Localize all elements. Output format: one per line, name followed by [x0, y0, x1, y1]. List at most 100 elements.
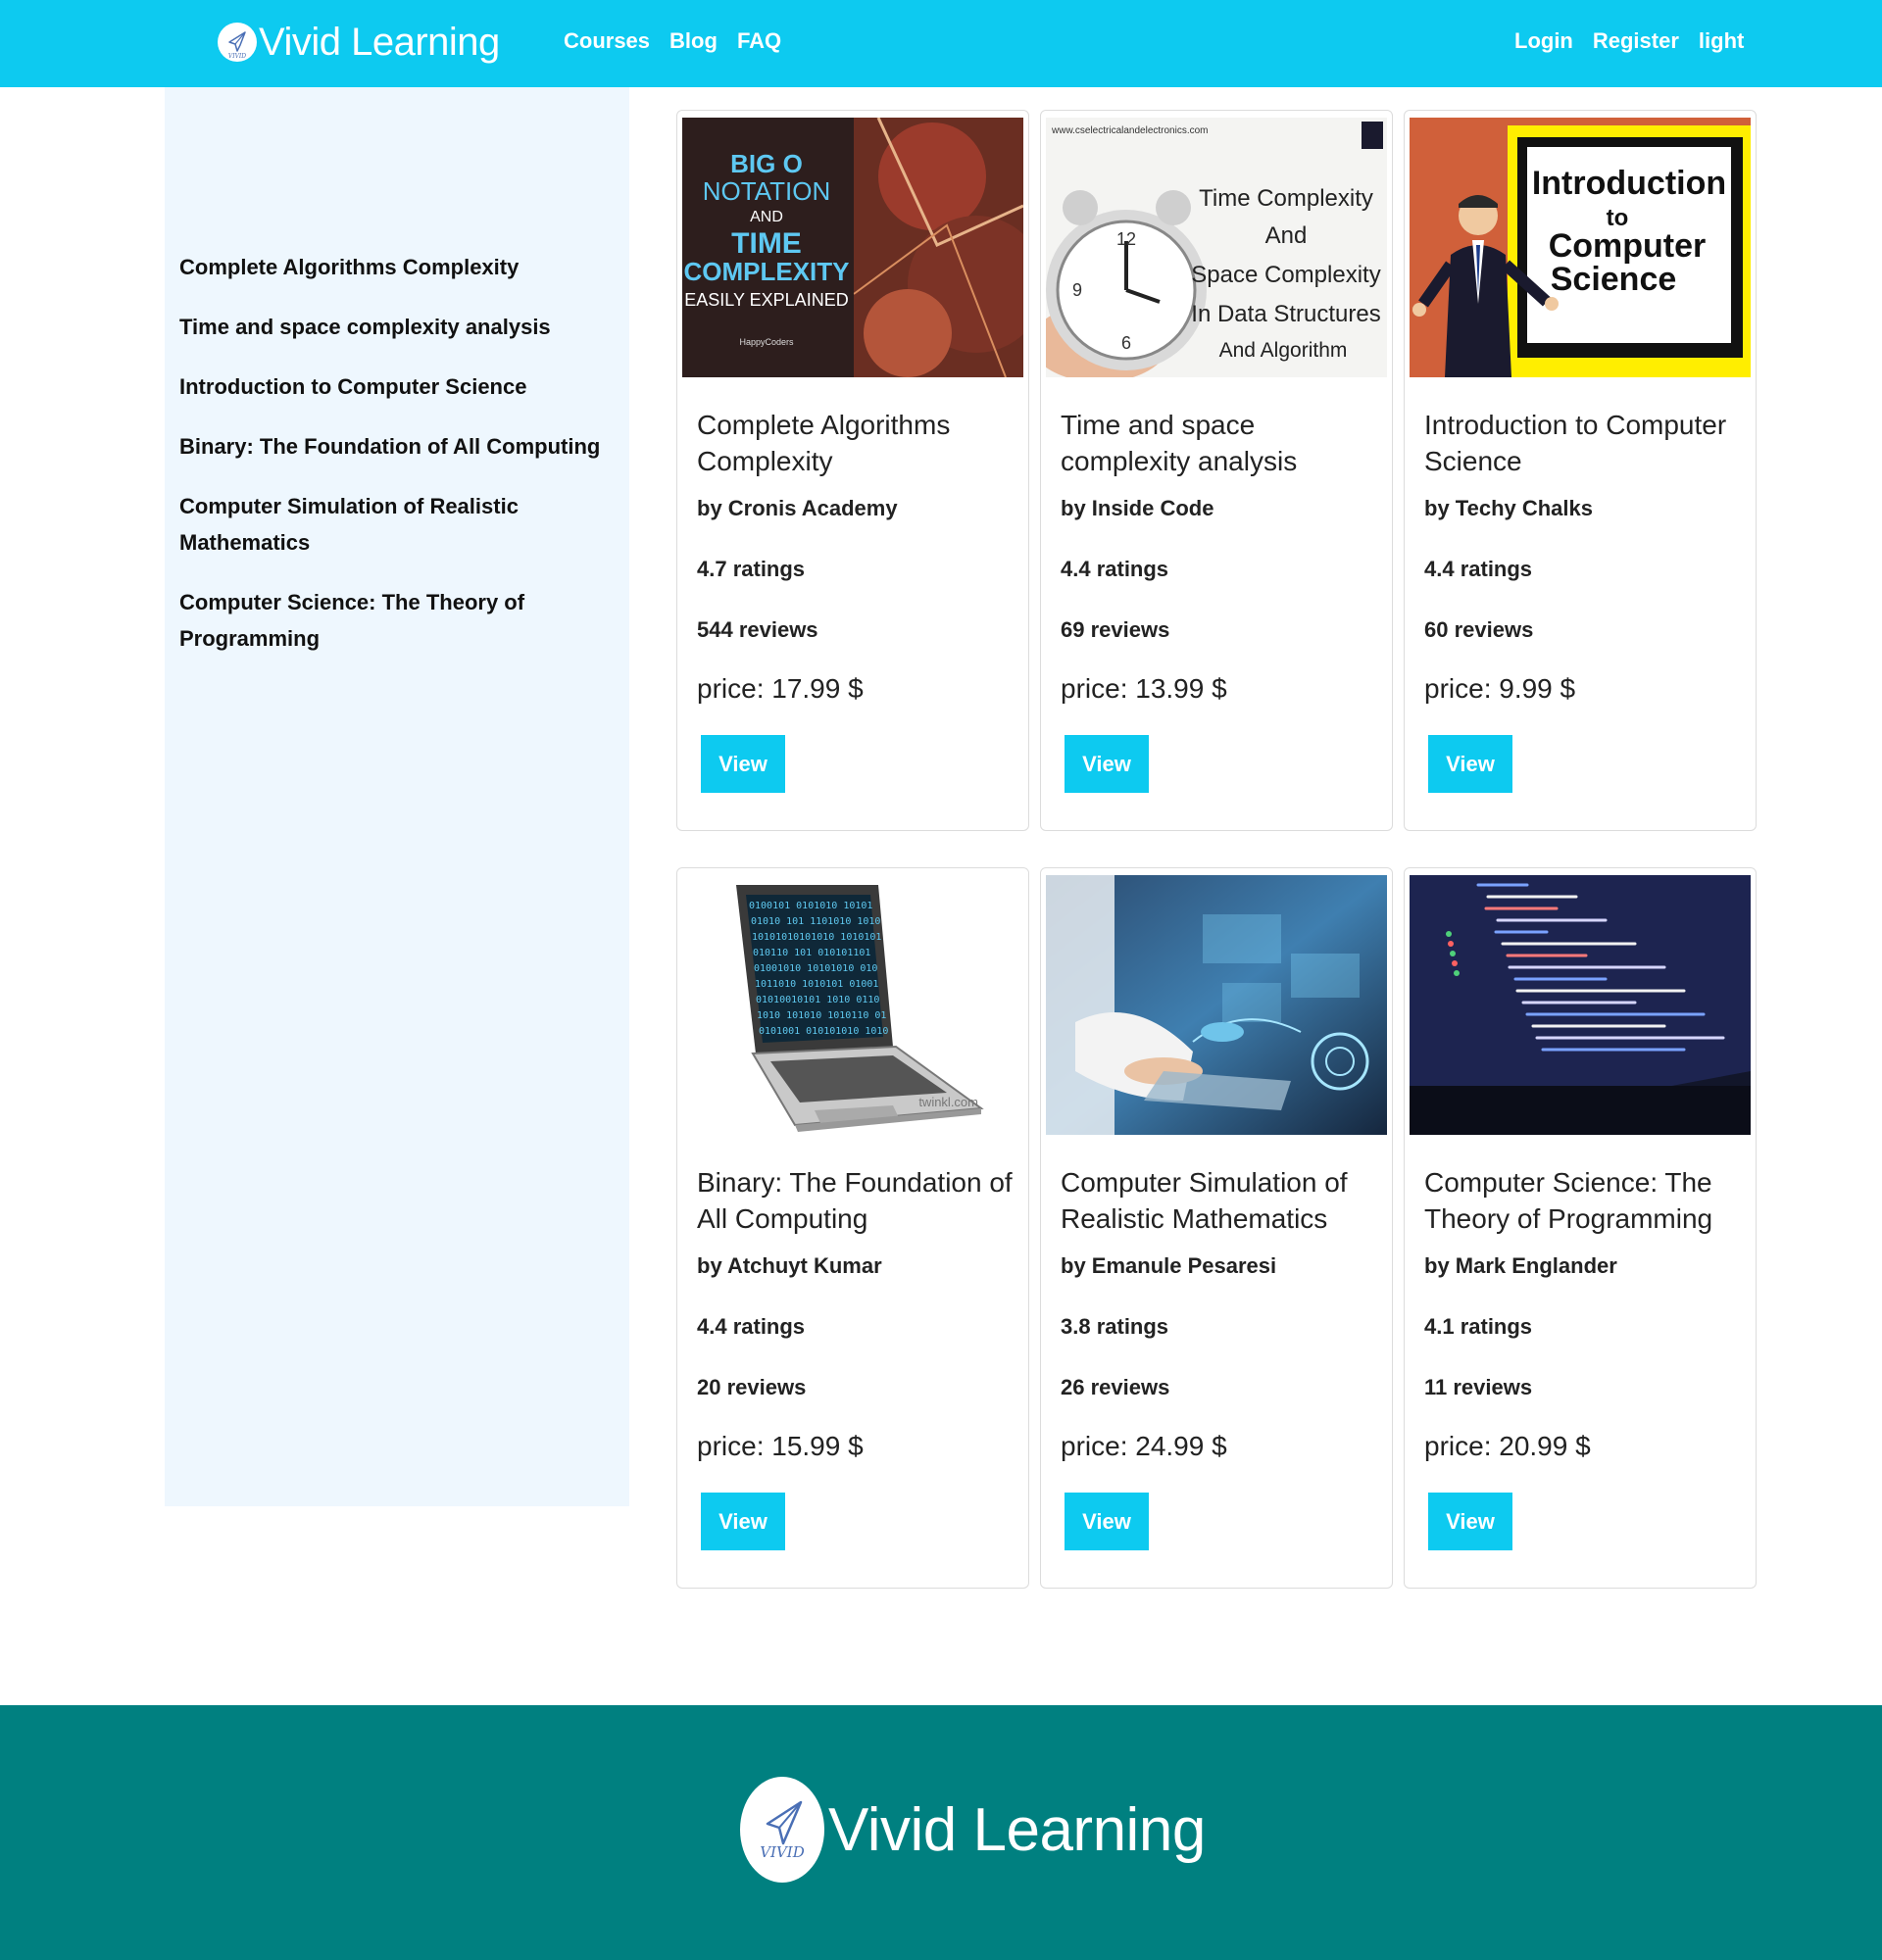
- svg-text:VIVID: VIVID: [760, 1843, 805, 1861]
- svg-text:12: 12: [1116, 229, 1136, 249]
- course-author: by Atchuyt Kumar: [697, 1253, 882, 1278]
- intro-cs-thumbnail-image: Introduction to Computer Science: [1410, 118, 1751, 377]
- svg-text:Space Complexity: Space Complexity: [1191, 262, 1380, 288]
- course-ratings: 4.4 ratings: [697, 1314, 806, 1339]
- svg-text:TIME: TIME: [731, 227, 802, 260]
- nav-blog[interactable]: Blog: [669, 28, 718, 54]
- footer-brand-name: Vivid Learning: [828, 1795, 1206, 1864]
- course-thumbnail[interactable]: Introduction to Computer Science: [1410, 118, 1751, 377]
- svg-text:AND: AND: [750, 209, 783, 225]
- course-ratings: 3.8 ratings: [1061, 1314, 1169, 1339]
- site-footer: VIVID Vivid Learning: [0, 1705, 1882, 1960]
- view-course-button[interactable]: View: [1065, 735, 1149, 793]
- course-thumbnail[interactable]: [1410, 875, 1751, 1135]
- course-title: Computer Simulation of Realistic Mathema…: [1061, 1167, 1348, 1234]
- svg-text:twinkl.com: twinkl.com: [918, 1095, 978, 1109]
- simulation-thumbnail-image: [1046, 875, 1387, 1135]
- sidebar-item-time-space-complexity[interactable]: Time and space complexity analysis: [179, 309, 620, 345]
- svg-text:10101010101010 1010101: 10101010101010 1010101: [752, 932, 881, 943]
- sidebar-item-simulation[interactable]: Computer Simulation of Realistic Mathema…: [179, 488, 620, 561]
- svg-text:And: And: [1265, 222, 1308, 249]
- course-title: Time and space complexity analysis: [1061, 410, 1298, 476]
- course-card: Introduction to Computer Science Introdu…: [1404, 110, 1757, 831]
- course-ratings: 4.4 ratings: [1424, 557, 1533, 581]
- course-price: price: 20.99 $: [1424, 1431, 1591, 1461]
- course-reviews: 11 reviews: [1424, 1375, 1533, 1399]
- course-title: Introduction to Computer Science: [1424, 410, 1727, 476]
- view-course-button[interactable]: View: [1428, 1493, 1512, 1550]
- course-author: by Emanule Pesaresi: [1061, 1253, 1277, 1278]
- svg-text:Time Complexity: Time Complexity: [1199, 185, 1373, 212]
- course-author: by Inside Code: [1061, 496, 1214, 520]
- svg-text:1010 101010 1010110 01: 1010 101010 1010110 01: [757, 1010, 886, 1021]
- top-navbar: VIVID Vivid Learning Courses Blog FAQ Lo…: [0, 0, 1882, 87]
- svg-text:01010 101 1101010 1010: 01010 101 1101010 1010: [751, 916, 880, 927]
- course-price: price: 9.99 $: [1424, 673, 1576, 704]
- course-price: price: 15.99 $: [697, 1431, 864, 1461]
- course-price: price: 13.99 $: [1061, 673, 1227, 704]
- code-screen-thumbnail-image: [1410, 875, 1751, 1135]
- course-reviews: 60 reviews: [1424, 617, 1534, 642]
- paper-plane-logo-icon: VIVID: [740, 1777, 824, 1883]
- course-price: price: 17.99 $: [697, 673, 864, 704]
- course-thumbnail[interactable]: [1046, 875, 1387, 1135]
- course-title: Computer Science: The Theory of Programm…: [1424, 1167, 1713, 1234]
- svg-text:And Algorithm: And Algorithm: [1219, 339, 1348, 362]
- account-nav: Login Register light: [1514, 28, 1744, 54]
- course-reviews: 26 reviews: [1061, 1375, 1170, 1399]
- nav-login[interactable]: Login: [1514, 28, 1573, 54]
- course-card: www.cselectricalandelectronics.com 12 6 …: [1040, 110, 1393, 831]
- course-reviews: 544 reviews: [697, 617, 818, 642]
- course-reviews: 20 reviews: [697, 1375, 807, 1399]
- course-ratings: 4.7 ratings: [697, 557, 806, 581]
- svg-text:Computer: Computer: [1549, 227, 1707, 265]
- footer-brand[interactable]: VIVID Vivid Learning: [740, 1777, 1206, 1883]
- course-reviews: 69 reviews: [1061, 617, 1170, 642]
- brand-link[interactable]: VIVID Vivid Learning: [218, 16, 500, 69]
- view-course-button[interactable]: View: [701, 735, 785, 793]
- svg-text:COMPLEXITY: COMPLEXITY: [683, 257, 849, 286]
- course-author: by Mark Englander: [1424, 1253, 1617, 1278]
- sidebar-item-intro-cs[interactable]: Introduction to Computer Science: [179, 368, 620, 405]
- course-thumbnail[interactable]: BIG O NOTATION AND TIME COMPLEXITY EASIL…: [682, 118, 1023, 377]
- svg-text:HappyCoders: HappyCoders: [739, 337, 794, 347]
- view-course-button[interactable]: View: [1428, 735, 1512, 793]
- course-ratings: 4.4 ratings: [1061, 557, 1169, 581]
- sidebar-item-binary[interactable]: Binary: The Foundation of All Computing: [179, 428, 620, 465]
- course-author: by Techy Chalks: [1424, 496, 1593, 520]
- course-card: BIG O NOTATION AND TIME COMPLEXITY EASIL…: [676, 110, 1029, 831]
- main-nav: Courses Blog FAQ: [564, 28, 781, 54]
- svg-text:01010010101 1010 0110: 01010010101 1010 0110: [756, 995, 879, 1005]
- paper-plane-logo-icon: VIVID: [218, 23, 257, 62]
- theme-toggle[interactable]: light: [1699, 28, 1744, 54]
- course-thumbnail[interactable]: www.cselectricalandelectronics.com 12 6 …: [1046, 118, 1387, 377]
- svg-text:6: 6: [1121, 333, 1131, 353]
- nav-register[interactable]: Register: [1593, 28, 1679, 54]
- course-author: by Cronis Academy: [697, 496, 898, 520]
- svg-text:In Data Structures: In Data Structures: [1191, 301, 1380, 327]
- sidebar-item-theory-programming[interactable]: Computer Science: The Theory of Programm…: [179, 584, 620, 657]
- svg-text:www.cselectricalandelectronics: www.cselectricalandelectronics.com: [1051, 125, 1209, 136]
- svg-text:NOTATION: NOTATION: [703, 176, 830, 206]
- svg-text:Introduction: Introduction: [1532, 165, 1726, 202]
- svg-text:010110 101 010101101: 010110 101 010101101: [753, 948, 870, 958]
- sidebar-item-algorithms-complexity[interactable]: Complete Algorithms Complexity: [179, 249, 620, 285]
- nav-faq[interactable]: FAQ: [737, 28, 781, 54]
- sidebar-course-list: Complete Algorithms Complexity Time and …: [179, 249, 620, 680]
- course-card: Computer Science: The Theory of Programm…: [1404, 867, 1757, 1589]
- course-ratings: 4.1 ratings: [1424, 1314, 1533, 1339]
- course-title: Binary: The Foundation of All Computing: [697, 1167, 1013, 1234]
- course-title: Complete Algorithms Complexity: [697, 410, 951, 476]
- view-course-button[interactable]: View: [1065, 1493, 1149, 1550]
- view-course-button[interactable]: View: [701, 1493, 785, 1550]
- svg-text:01001010 10101010 010: 01001010 10101010 010: [754, 963, 877, 974]
- course-thumbnail[interactable]: 0100101 0101010 10101 01010 101 1101010 …: [682, 875, 1023, 1135]
- course-card: Computer Simulation of Realistic Mathema…: [1040, 867, 1393, 1589]
- nav-courses[interactable]: Courses: [564, 28, 650, 54]
- alarm-clock-thumbnail-image: www.cselectricalandelectronics.com 12 6 …: [1046, 118, 1387, 377]
- big-o-thumbnail-image: BIG O NOTATION AND TIME COMPLEXITY EASIL…: [682, 118, 1023, 377]
- course-price: price: 24.99 $: [1061, 1431, 1227, 1461]
- course-card: 0100101 0101010 10101 01010 101 1101010 …: [676, 867, 1029, 1589]
- binary-laptop-thumbnail-image: 0100101 0101010 10101 01010 101 1101010 …: [682, 875, 1023, 1135]
- svg-text:Science: Science: [1551, 261, 1677, 298]
